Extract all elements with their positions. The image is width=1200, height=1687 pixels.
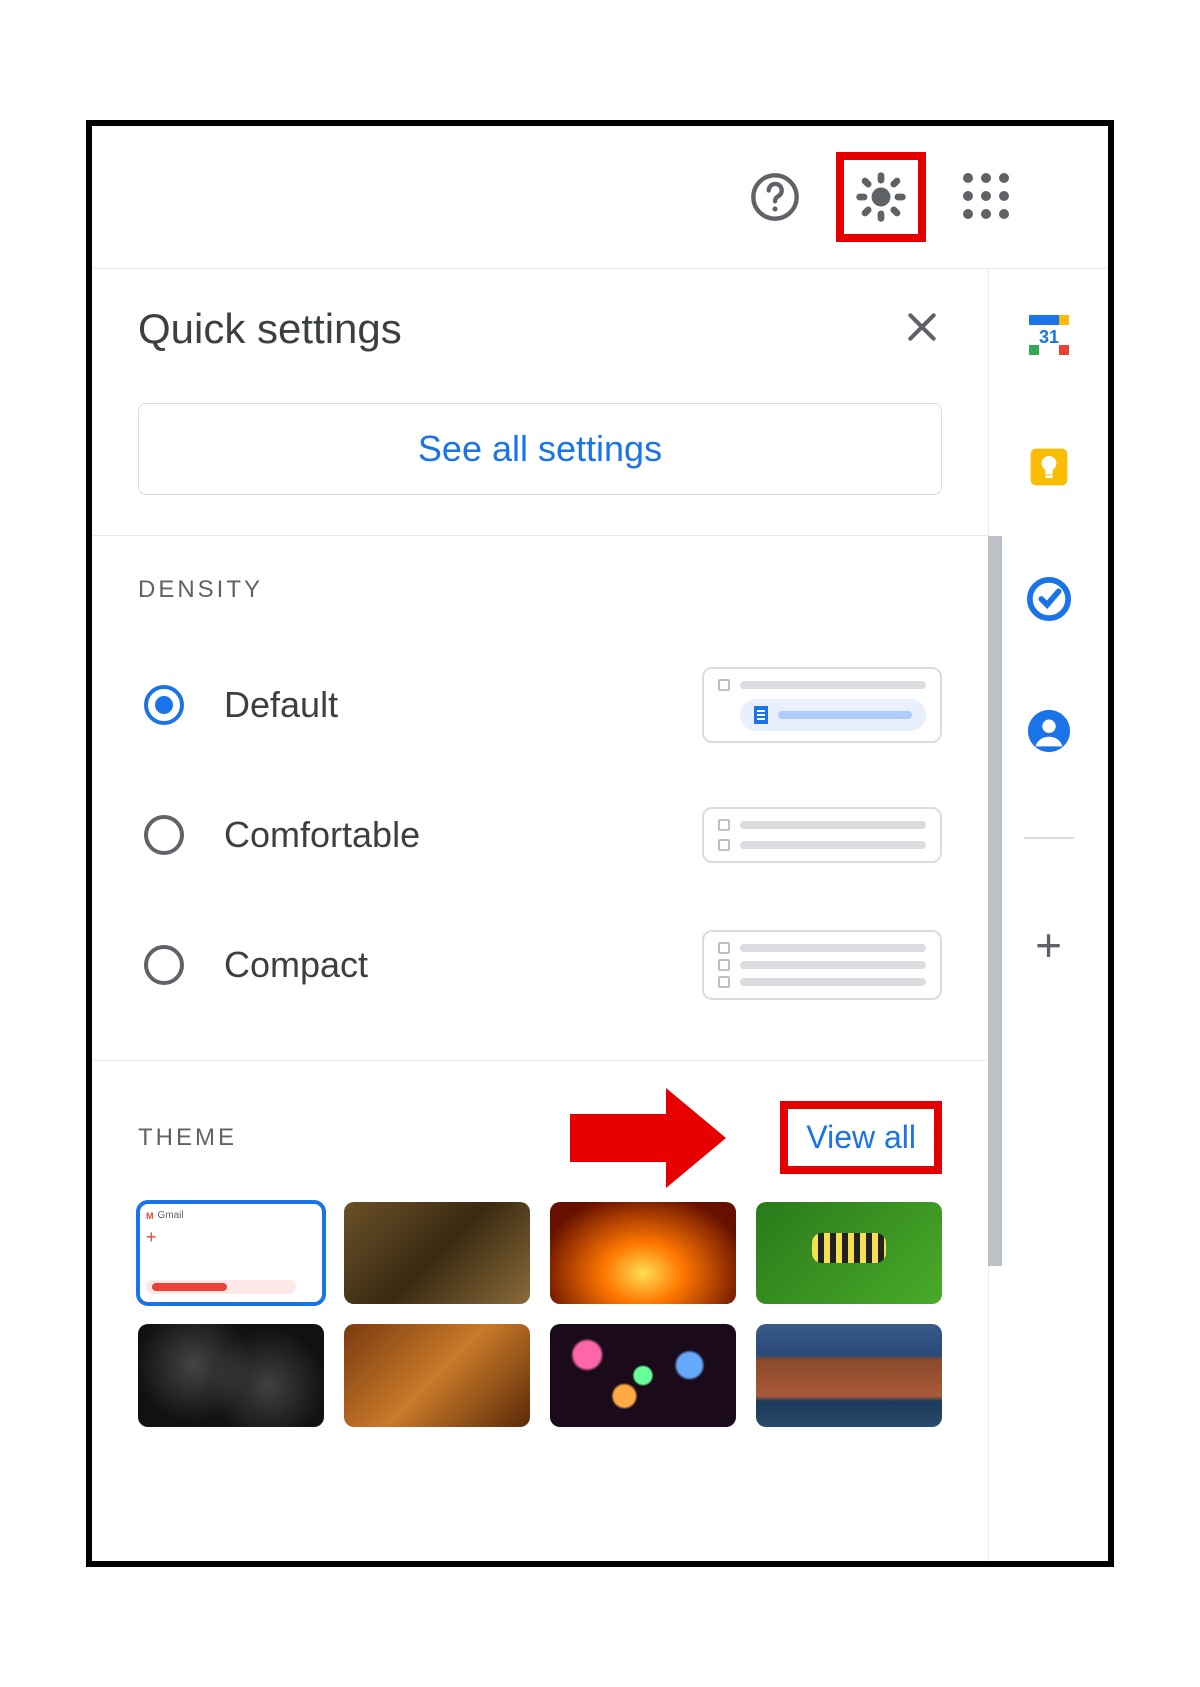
svg-text:31: 31	[1038, 327, 1058, 347]
theme-thumb-autumn-leaves[interactable]	[344, 1324, 530, 1426]
keep-app-button[interactable]	[1023, 441, 1075, 493]
gear-icon	[854, 170, 908, 224]
theme-thumb-canyon-orange[interactable]	[550, 1202, 736, 1304]
see-all-settings-button[interactable]: See all settings	[138, 403, 942, 495]
tasks-icon	[1026, 576, 1072, 622]
help-button[interactable]	[744, 166, 806, 228]
theme-thumb-gmail-default[interactable]: MGmail +	[138, 1202, 324, 1304]
density-preview-compact	[702, 930, 942, 1000]
calendar-icon: 31	[1025, 311, 1073, 359]
theme-thumb-dark-spheres[interactable]	[138, 1324, 324, 1426]
google-apps-button[interactable]	[956, 166, 1018, 228]
settings-button[interactable]	[850, 166, 912, 228]
density-preview-default	[702, 667, 942, 743]
tasks-app-button[interactable]	[1023, 573, 1075, 625]
density-option-compact[interactable]: Compact	[138, 900, 942, 1030]
radio-label-default: Default	[224, 684, 338, 726]
plus-icon: +	[1035, 918, 1062, 972]
theme-thumb-grand-canyon-river[interactable]	[756, 1324, 942, 1426]
calendar-app-button[interactable]: 31	[1023, 309, 1075, 361]
contacts-app-button[interactable]	[1023, 705, 1075, 757]
apps-grid-icon	[963, 173, 1011, 221]
density-option-default[interactable]: Default	[138, 640, 942, 770]
radio-label-compact: Compact	[224, 944, 368, 986]
see-all-settings-label: See all settings	[418, 428, 662, 470]
add-app-button[interactable]: +	[1023, 919, 1075, 971]
theme-thumb-caterpillar-green[interactable]	[756, 1202, 942, 1304]
theme-view-all-link[interactable]: View all	[806, 1119, 916, 1155]
keep-icon	[1027, 445, 1071, 489]
density-section-label: DENSITY	[138, 576, 942, 604]
contacts-icon	[1026, 708, 1072, 754]
theme-thumb-chess[interactable]	[344, 1202, 530, 1304]
top-toolbar	[92, 126, 1108, 268]
rail-divider	[1024, 837, 1074, 839]
quick-settings-title: Quick settings	[138, 305, 402, 353]
radio-default[interactable]	[144, 685, 184, 725]
density-section: DENSITY Default Comfortable	[92, 535, 988, 1060]
side-panel-rail: 31 +	[988, 269, 1108, 1561]
settings-button-highlight	[836, 152, 926, 242]
close-icon	[902, 307, 942, 347]
view-all-highlight: View all	[780, 1101, 942, 1174]
density-preview-comfortable	[702, 807, 942, 863]
close-button[interactable]	[902, 307, 942, 352]
theme-thumb-bokeh-lights[interactable]	[550, 1324, 736, 1426]
quick-settings-panel: Quick settings See all settings DENSITY …	[92, 269, 988, 1561]
theme-section-label: THEME	[138, 1124, 237, 1152]
radio-comfortable[interactable]	[144, 815, 184, 855]
help-icon	[749, 171, 801, 223]
theme-grid: MGmail +	[138, 1202, 942, 1427]
app-window: Quick settings See all settings DENSITY …	[86, 120, 1114, 1567]
density-option-comfortable[interactable]: Comfortable	[138, 770, 942, 900]
radio-compact[interactable]	[144, 945, 184, 985]
scrollbar-thumb[interactable]	[988, 536, 1002, 1266]
radio-label-comfortable: Comfortable	[224, 814, 420, 856]
theme-section: THEME View all MGmail +	[92, 1060, 988, 1457]
